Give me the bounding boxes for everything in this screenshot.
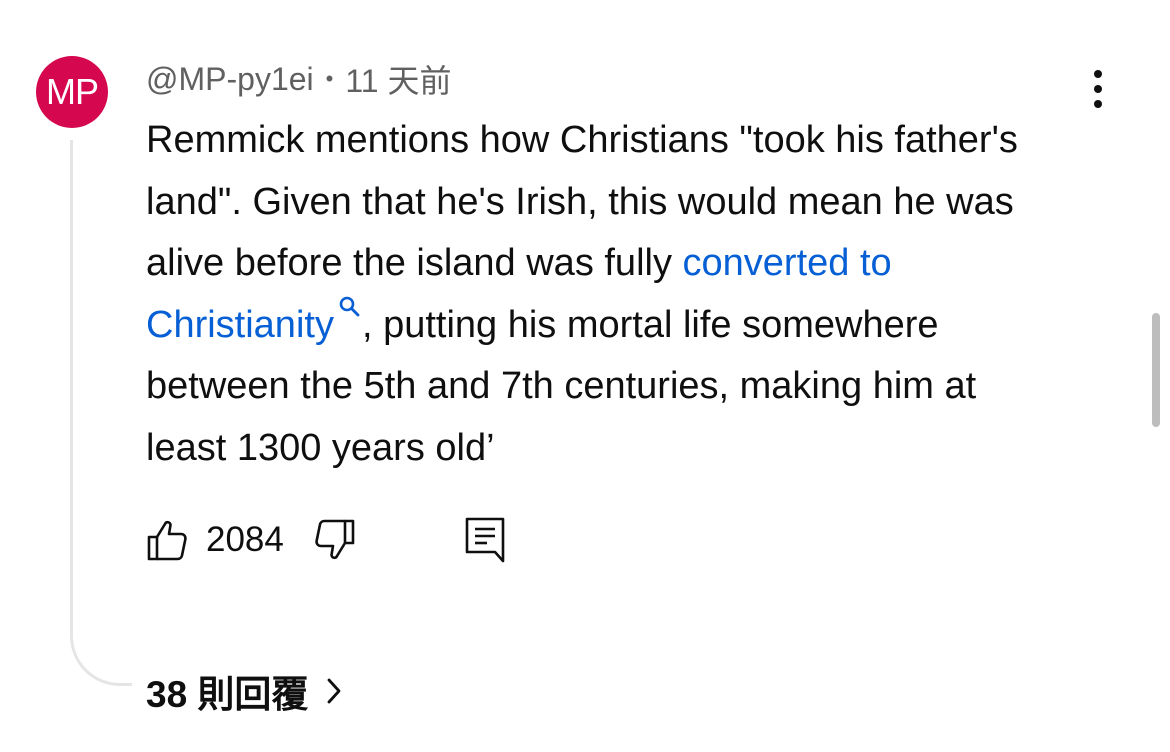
more-vertical-icon-dot [1094, 85, 1102, 93]
reply-button[interactable] [464, 516, 506, 564]
thumbs-up-icon [147, 520, 187, 561]
like-count: 2084 [206, 520, 284, 559]
search-icon [339, 296, 360, 316]
comment-body: Remmick mentions how Christians "took hi… [146, 110, 1046, 479]
avatar[interactable]: MP [36, 56, 108, 128]
like-button[interactable]: 2084 [146, 517, 314, 563]
more-vertical-icon [1094, 70, 1102, 78]
scrollbar[interactable] [1152, 313, 1160, 427]
replies-count-label: 38 則回覆 [146, 674, 309, 715]
chevron-right-icon [328, 678, 341, 704]
comment-thread: MP @MP-py1ei • 11 天前 Remmick mentions ho… [0, 0, 1170, 752]
author-handle[interactable]: @MP-py1ei [146, 61, 314, 98]
view-replies-button[interactable]: 38 則回覆 [146, 664, 344, 718]
comment-actions: 2084 [146, 516, 506, 564]
thread-connector-line [70, 140, 132, 686]
comment-reply-icon [465, 517, 505, 563]
dislike-button[interactable] [314, 517, 356, 563]
thumbs-down-icon [315, 519, 355, 560]
comment-timestamp[interactable]: 11 天前 [345, 56, 451, 102]
meta-separator: • [325, 66, 334, 91]
comment-meta: @MP-py1ei • 11 天前 [146, 56, 451, 102]
more-options-button[interactable] [1078, 66, 1118, 112]
avatar-initials: MP [46, 71, 99, 112]
more-vertical-icon-dot [1094, 100, 1102, 108]
